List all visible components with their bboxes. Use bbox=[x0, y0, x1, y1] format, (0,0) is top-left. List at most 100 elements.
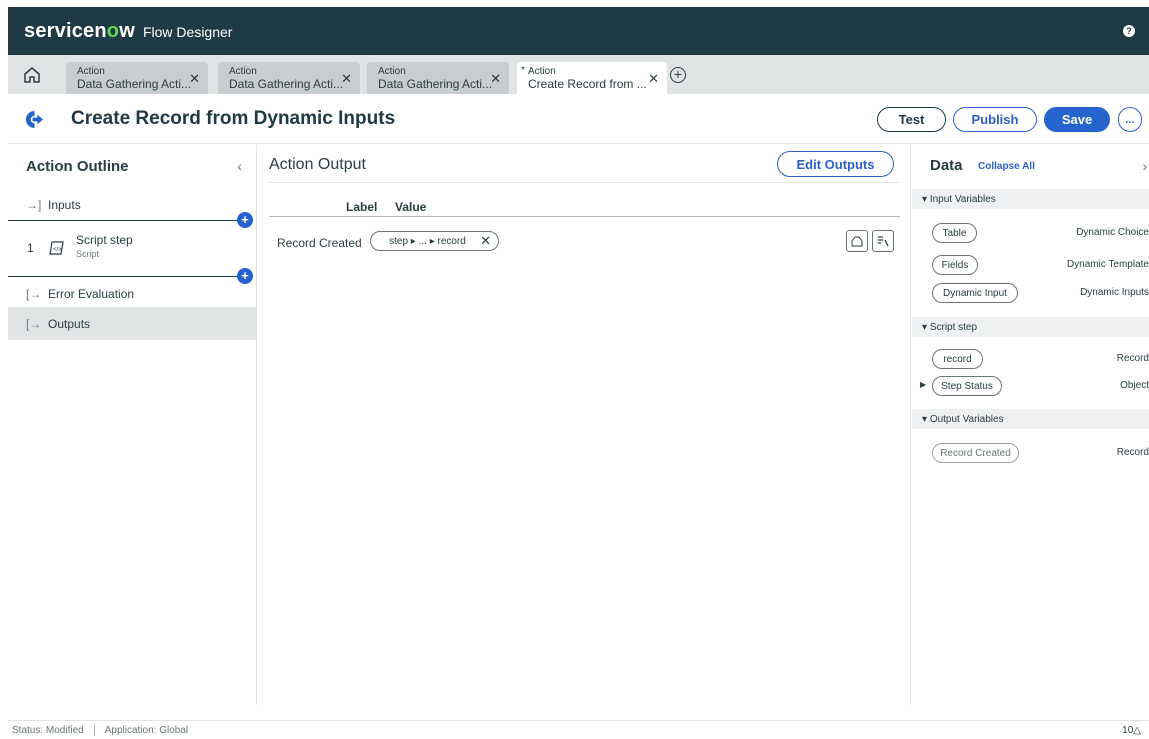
script-toggle-icon[interactable] bbox=[846, 230, 868, 252]
column-header-value: Value bbox=[395, 200, 427, 214]
error-evaluation-icon: [→ bbox=[26, 287, 42, 301]
collapse-right-icon[interactable]: › bbox=[1142, 158, 1147, 174]
outline-divider bbox=[8, 276, 244, 277]
action-output-panel: Action Output Edit Outputs Label Value R… bbox=[258, 145, 911, 705]
divider bbox=[269, 182, 900, 183]
output-title: Action Output bbox=[269, 156, 366, 173]
tab-kind: Action bbox=[528, 66, 556, 77]
data-var-row: Record Created Record bbox=[912, 443, 1149, 463]
data-var-row: Fields Dynamic Template bbox=[912, 255, 1149, 275]
action-outline-panel: Action Outline ‹ →] Inputs + 1 </> Scrip… bbox=[8, 145, 257, 705]
data-var-type: Record bbox=[1116, 353, 1149, 364]
outline-item-inputs[interactable]: →] Inputs bbox=[8, 197, 257, 213]
outline-item-label: Script step bbox=[76, 233, 133, 247]
data-var-row: Dynamic Input Dynamic Inputs bbox=[912, 283, 1149, 303]
outline-item-sub: Script bbox=[76, 249, 100, 259]
output-row-label: Record Created bbox=[277, 236, 362, 250]
section-title: Script step bbox=[929, 321, 978, 333]
data-panel: Data Collapse All › ▾ Input Variables Ta… bbox=[912, 145, 1149, 705]
header-divider bbox=[269, 216, 900, 217]
data-pill[interactable]: Table bbox=[932, 223, 977, 243]
page-title: Create Record from Dynamic Inputs bbox=[71, 108, 396, 129]
more-options-button[interactable]: ... bbox=[1118, 107, 1142, 132]
data-var-type: Dynamic Inputs bbox=[1080, 287, 1149, 298]
title-row: Create Record from Dynamic Inputs Test P… bbox=[8, 94, 1149, 144]
outputs-icon: [→ bbox=[26, 317, 42, 331]
add-tab-icon[interactable]: + bbox=[670, 67, 686, 83]
application-scope: Application: Global bbox=[104, 724, 189, 736]
expand-icon: ▾ bbox=[922, 193, 930, 205]
collapse-all-link[interactable]: Collapse All bbox=[978, 161, 1035, 172]
outline-title: Action Outline bbox=[26, 157, 129, 175]
action-icon bbox=[25, 110, 44, 129]
data-pill[interactable]: Fields bbox=[932, 255, 978, 275]
inputs-icon: →] bbox=[26, 198, 42, 212]
publish-button[interactable]: Publish bbox=[953, 107, 1037, 132]
outline-item-error-evaluation[interactable]: [→ Error Evaluation bbox=[8, 286, 257, 302]
modified-marker: * bbox=[521, 65, 525, 76]
data-var-type: Record bbox=[1116, 447, 1149, 458]
output-value-pill[interactable]: step ▸ ... ▸ record ✕ bbox=[370, 231, 499, 251]
section-title: Output Variables bbox=[929, 413, 1004, 425]
tab-action-3[interactable]: Action Data Gathering Acti... ✕ bbox=[367, 62, 509, 94]
brand: servicenow Flow Designer bbox=[24, 20, 232, 43]
home-icon[interactable] bbox=[22, 65, 42, 85]
close-icon[interactable]: ✕ bbox=[189, 71, 200, 87]
data-var-type: Dynamic Template bbox=[1066, 259, 1149, 270]
add-step-icon[interactable]: + bbox=[237, 268, 253, 284]
data-pill[interactable]: Record Created bbox=[932, 443, 1019, 463]
data-pill-picker-icon[interactable] bbox=[872, 230, 894, 252]
outline-header: Action Outline ‹ bbox=[8, 145, 256, 187]
script-icon: </> bbox=[49, 241, 64, 255]
flow-designer-app: servicenow Flow Designer ? Action Data G… bbox=[8, 7, 1149, 739]
data-pill[interactable]: Step Status bbox=[932, 376, 1002, 396]
close-icon[interactable]: ✕ bbox=[648, 71, 659, 87]
expand-icon: ▾ bbox=[922, 321, 930, 333]
status-right: 10△ bbox=[1122, 724, 1141, 736]
data-pill[interactable]: record bbox=[932, 349, 983, 369]
outline-item-label: Error Evaluation bbox=[48, 287, 135, 301]
svg-text:</>: </> bbox=[53, 247, 62, 253]
close-icon[interactable]: ✕ bbox=[490, 71, 501, 87]
add-step-icon[interactable]: + bbox=[237, 212, 253, 228]
data-var-row: record Record bbox=[912, 349, 1149, 369]
tab-action-1[interactable]: Action Data Gathering Acti... ✕ bbox=[66, 62, 208, 94]
data-pill[interactable]: Dynamic Input bbox=[932, 283, 1018, 303]
close-icon[interactable]: ✕ bbox=[341, 71, 352, 87]
test-button[interactable]: Test bbox=[877, 107, 946, 132]
section-input-variables[interactable]: ▾ Input Variables bbox=[912, 189, 1149, 209]
data-var-row: Table Dynamic Choice bbox=[912, 223, 1149, 243]
clear-icon[interactable]: ✕ bbox=[480, 233, 491, 249]
section-title: Input Variables bbox=[929, 193, 996, 205]
section-script-step[interactable]: ▾ Script step bbox=[912, 317, 1149, 337]
tab-action-2[interactable]: Action Data Gathering Acti... ✕ bbox=[218, 62, 360, 94]
expand-icon: ▾ bbox=[922, 413, 930, 425]
tab-action-active[interactable]: * Action Create Record from ... ✕ bbox=[517, 62, 667, 94]
help-icon[interactable]: ? bbox=[1123, 25, 1135, 37]
pill-text: step ▸ ... ▸ record bbox=[389, 235, 466, 247]
data-title: Data bbox=[930, 157, 963, 174]
tab-bar: Action Data Gathering Acti... ✕ Action D… bbox=[8, 55, 1149, 94]
tab-title: Create Record from ... bbox=[528, 77, 647, 91]
status-divider bbox=[93, 724, 95, 736]
data-var-row: ▶ Step Status Object bbox=[912, 376, 1149, 396]
top-navigation-bar: servicenow Flow Designer ? bbox=[8, 7, 1149, 55]
status-text: Status: Modified bbox=[12, 724, 84, 736]
save-button[interactable]: Save bbox=[1044, 107, 1110, 132]
collapse-left-icon[interactable]: ‹ bbox=[237, 158, 242, 174]
edit-outputs-button[interactable]: Edit Outputs bbox=[777, 151, 894, 177]
data-var-type: Object bbox=[1120, 380, 1149, 391]
outline-item-script-step[interactable]: 1 </> Script step Script bbox=[8, 231, 257, 267]
product-name: Flow Designer bbox=[142, 23, 233, 40]
outline-item-outputs[interactable]: [→ Outputs bbox=[8, 308, 257, 340]
outline-item-label: Inputs bbox=[48, 198, 81, 212]
column-header-label: Label bbox=[346, 200, 378, 214]
data-var-type: Dynamic Choice bbox=[1076, 227, 1149, 238]
outline-item-label: Outputs bbox=[48, 317, 91, 331]
outline-divider bbox=[8, 220, 244, 221]
status-bar: Status: Modified Application: Global 10△ bbox=[8, 720, 1149, 739]
expand-right-icon[interactable]: ▶ bbox=[920, 380, 926, 389]
servicenow-logo: servicenow bbox=[24, 19, 135, 42]
section-output-variables[interactable]: ▾ Output Variables bbox=[912, 409, 1149, 429]
step-number: 1 bbox=[27, 241, 34, 255]
